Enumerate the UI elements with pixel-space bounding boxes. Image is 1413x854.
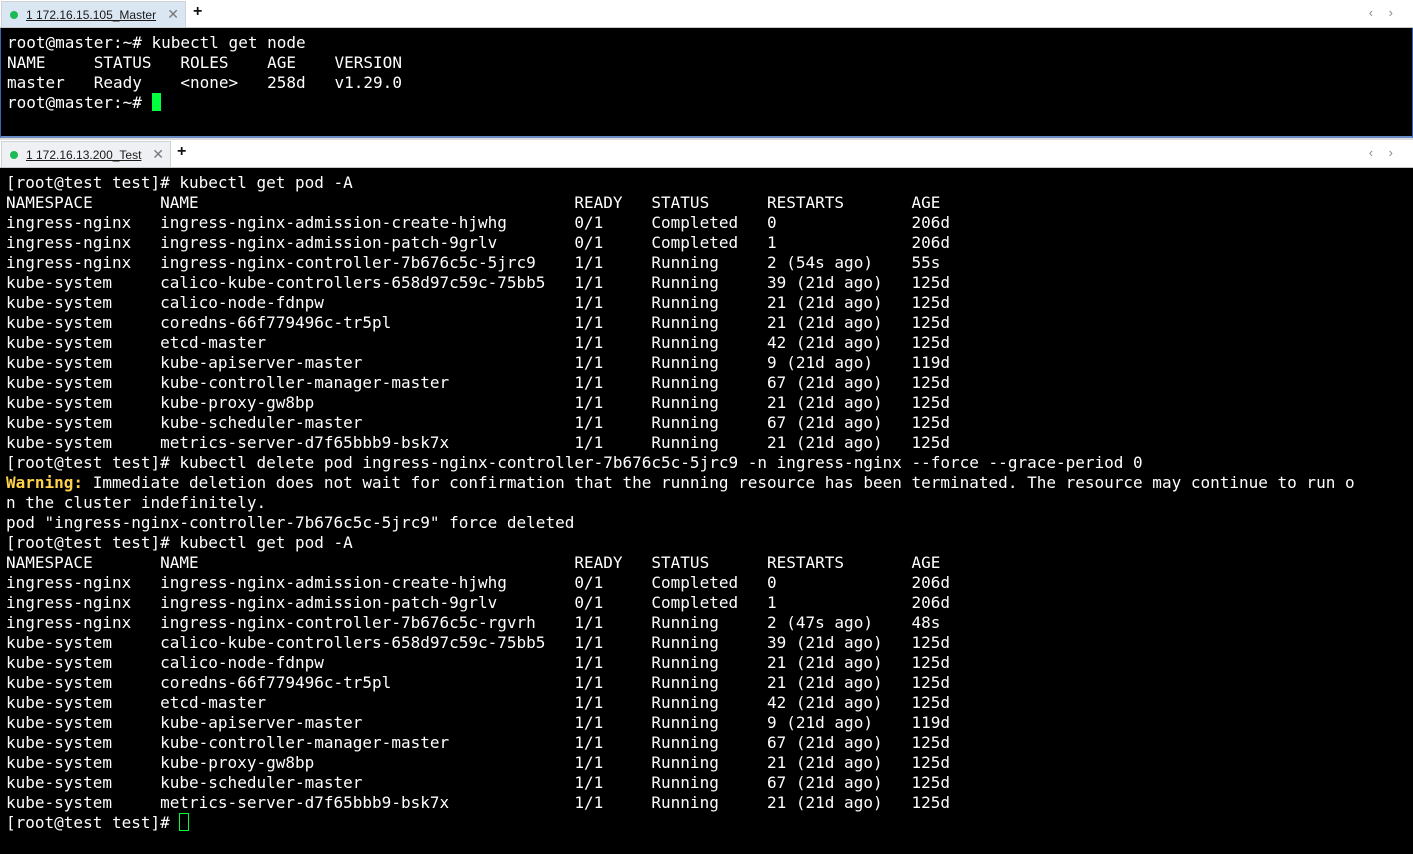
master-tab-bar: 1 172.16.15.105_Master ✕ + ‹ › — [0, 0, 1413, 28]
terminal-prompt-line: root@master:~# — [7, 93, 402, 113]
terminal-cursor — [179, 813, 190, 831]
terminal-line: [root@test test]# kubectl delete pod ing… — [6, 453, 1143, 472]
terminal-line: [root@test test]# kubectl get pod -A — [6, 533, 353, 552]
terminal-line: kube-system kube-scheduler-master 1/1 Ru… — [6, 773, 951, 792]
terminal-line: pod "ingress-nginx-controller-7b676c5c-5… — [6, 513, 575, 532]
tab-scroll-arrows-icon[interactable]: ‹ › — [1369, 145, 1399, 160]
terminal-line: [root@test test]# kubectl get pod -A — [6, 173, 353, 192]
terminal-line: ingress-nginx ingress-nginx-admission-pa… — [6, 233, 951, 252]
tab-master[interactable]: 1 172.16.15.105_Master ✕ — [1, 1, 186, 27]
warning-line-wrap: n the cluster indefinitely. — [6, 493, 267, 512]
tab-master-title: 1 172.16.15.105_Master — [26, 8, 157, 22]
terminal-line: ingress-nginx ingress-nginx-controller-7… — [6, 613, 941, 632]
test-terminal-pane[interactable]: [root@test test]# kubectl get pod -A NAME… — [0, 168, 1413, 854]
terminal-cursor — [151, 93, 161, 111]
terminal-line: kube-system metrics-server-d7f65bbb9-bsk… — [6, 433, 951, 452]
terminal-line: kube-system kube-controller-manager-mast… — [6, 733, 951, 752]
terminal-line: ingress-nginx ingress-nginx-controller-7… — [6, 253, 941, 272]
tab-test-title: 1 172.16.13.200_Test — [26, 148, 142, 162]
terminal-line: kube-system etcd-master 1/1 Running 42 (… — [6, 333, 951, 352]
terminal-line: kube-system metrics-server-d7f65bbb9-bsk… — [6, 793, 951, 812]
new-tab-button[interactable]: + — [177, 143, 186, 161]
terminal-line: ingress-nginx ingress-nginx-admission-cr… — [6, 573, 951, 592]
warning-text: Immediate deletion does not wait for con… — [83, 473, 1355, 492]
connection-status-icon — [10, 151, 18, 159]
connection-status-icon — [10, 11, 18, 19]
new-tab-button[interactable]: + — [193, 3, 202, 21]
terminal-line: kube-system kube-proxy-gw8bp 1/1 Running… — [6, 753, 951, 772]
test-terminal-output: [root@test test]# kubectl get pod -A NAME… — [6, 173, 1355, 833]
close-icon[interactable]: ✕ — [152, 146, 164, 163]
warning-line: Warning: Immediate deletion does not wai… — [6, 473, 1355, 493]
terminal-line: kube-system kube-apiserver-master 1/1 Ru… — [6, 713, 951, 732]
terminal-line: master Ready <none> 258d v1.29.0 — [7, 73, 402, 92]
terminal-line: kube-system etcd-master 1/1 Running 42 (… — [6, 693, 951, 712]
master-terminal-pane[interactable]: root@master:~# kubectl get node NAME STAT… — [0, 28, 1413, 138]
terminal-line: kube-system kube-scheduler-master 1/1 Ru… — [6, 413, 951, 432]
terminal-line: kube-system calico-kube-controllers-658d… — [6, 633, 951, 652]
terminal-line: kube-system kube-controller-manager-mast… — [6, 373, 951, 392]
terminal-line: kube-system kube-proxy-gw8bp 1/1 Running… — [6, 393, 951, 412]
tab-test[interactable]: 1 172.16.13.200_Test ✕ — [1, 141, 171, 167]
terminal-line: kube-system coredns-66f779496c-tr5pl 1/1… — [6, 673, 951, 692]
terminal-line: NAMESPACE NAME READY STATUS RESTARTS AGE — [6, 193, 941, 212]
warning-label: Warning: — [6, 473, 84, 492]
terminal-line: kube-system calico-node-fdnpw 1/1 Runnin… — [6, 653, 951, 672]
close-icon[interactable]: ✕ — [167, 6, 179, 23]
terminal-line: ingress-nginx ingress-nginx-admission-pa… — [6, 593, 951, 612]
terminal-line: NAME STATUS ROLES AGE VERSION — [7, 53, 402, 72]
test-tab-bar: 1 172.16.13.200_Test ✕ + ‹ › — [0, 140, 1413, 168]
master-terminal-output: root@master:~# kubectl get node NAME STAT… — [7, 33, 402, 113]
terminal-line: kube-system kube-apiserver-master 1/1 Ru… — [6, 353, 951, 372]
terminal-prompt-line: [root@test test]# — [6, 813, 1355, 833]
terminal-line: NAMESPACE NAME READY STATUS RESTARTS AGE — [6, 553, 941, 572]
tab-scroll-arrows-icon[interactable]: ‹ › — [1369, 5, 1399, 20]
terminal-line: ingress-nginx ingress-nginx-admission-cr… — [6, 213, 951, 232]
terminal-line: kube-system calico-node-fdnpw 1/1 Runnin… — [6, 293, 951, 312]
terminal-line: kube-system calico-kube-controllers-658d… — [6, 273, 951, 292]
terminal-line: kube-system coredns-66f779496c-tr5pl 1/1… — [6, 313, 951, 332]
terminal-line: root@master:~# kubectl get node — [7, 33, 306, 52]
